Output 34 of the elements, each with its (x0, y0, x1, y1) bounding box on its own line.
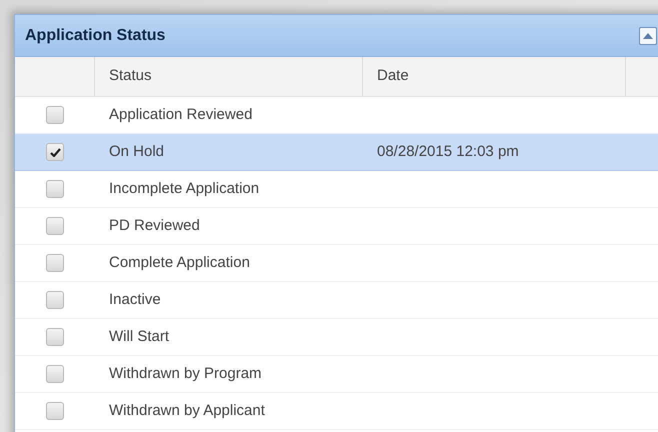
checkbox[interactable] (46, 254, 64, 272)
checkbox[interactable] (46, 328, 64, 346)
checkbox[interactable] (46, 143, 64, 161)
table-row[interactable]: On Hold 08/28/2015 12:03 pm (15, 134, 658, 171)
table-row[interactable]: Application Reviewed (15, 97, 658, 134)
status-cell-text: Complete Application (109, 252, 250, 273)
collapse-button[interactable] (639, 26, 657, 44)
status-cell-text: Withdrawn by Program (109, 364, 262, 384)
status-cell-text: Withdrawn by Applicant (109, 400, 265, 421)
table-row[interactable]: Withdrawn by Program (15, 356, 658, 393)
checkbox[interactable] (46, 365, 64, 383)
status-cell-text: Inactive (109, 290, 161, 310)
checkbox[interactable] (46, 291, 64, 309)
status-cell-text: PD Reviewed (109, 216, 200, 236)
collapse-icon (643, 32, 653, 38)
status-cell-text: Incomplete Application (109, 178, 260, 199)
table-row[interactable]: Complete Application (15, 245, 658, 282)
table-row[interactable]: Will Start (15, 319, 658, 356)
status-cell-text: Application Reviewed (109, 104, 252, 125)
table-row[interactable]: PD Reviewed (15, 208, 658, 245)
status-cell-text: On Hold (109, 142, 164, 162)
panel-title: Application Status (25, 26, 166, 46)
table-row[interactable]: Incomplete Application (15, 171, 658, 208)
column-header[interactable]: Status (95, 57, 363, 96)
checkbox[interactable] (46, 217, 64, 235)
checkbox[interactable] (46, 402, 64, 420)
checkbox[interactable] (46, 180, 64, 198)
checkbox[interactable] (46, 106, 64, 124)
date-cell-text: 08/28/2015 12:03 pm (377, 142, 519, 162)
column-header[interactable]: Date (363, 57, 626, 96)
table-row[interactable]: Inactive (15, 282, 658, 319)
table-row[interactable]: Withdrawn by Applicant (15, 393, 658, 430)
check-icon (50, 148, 60, 156)
status-cell-text: Will Start (109, 326, 169, 347)
